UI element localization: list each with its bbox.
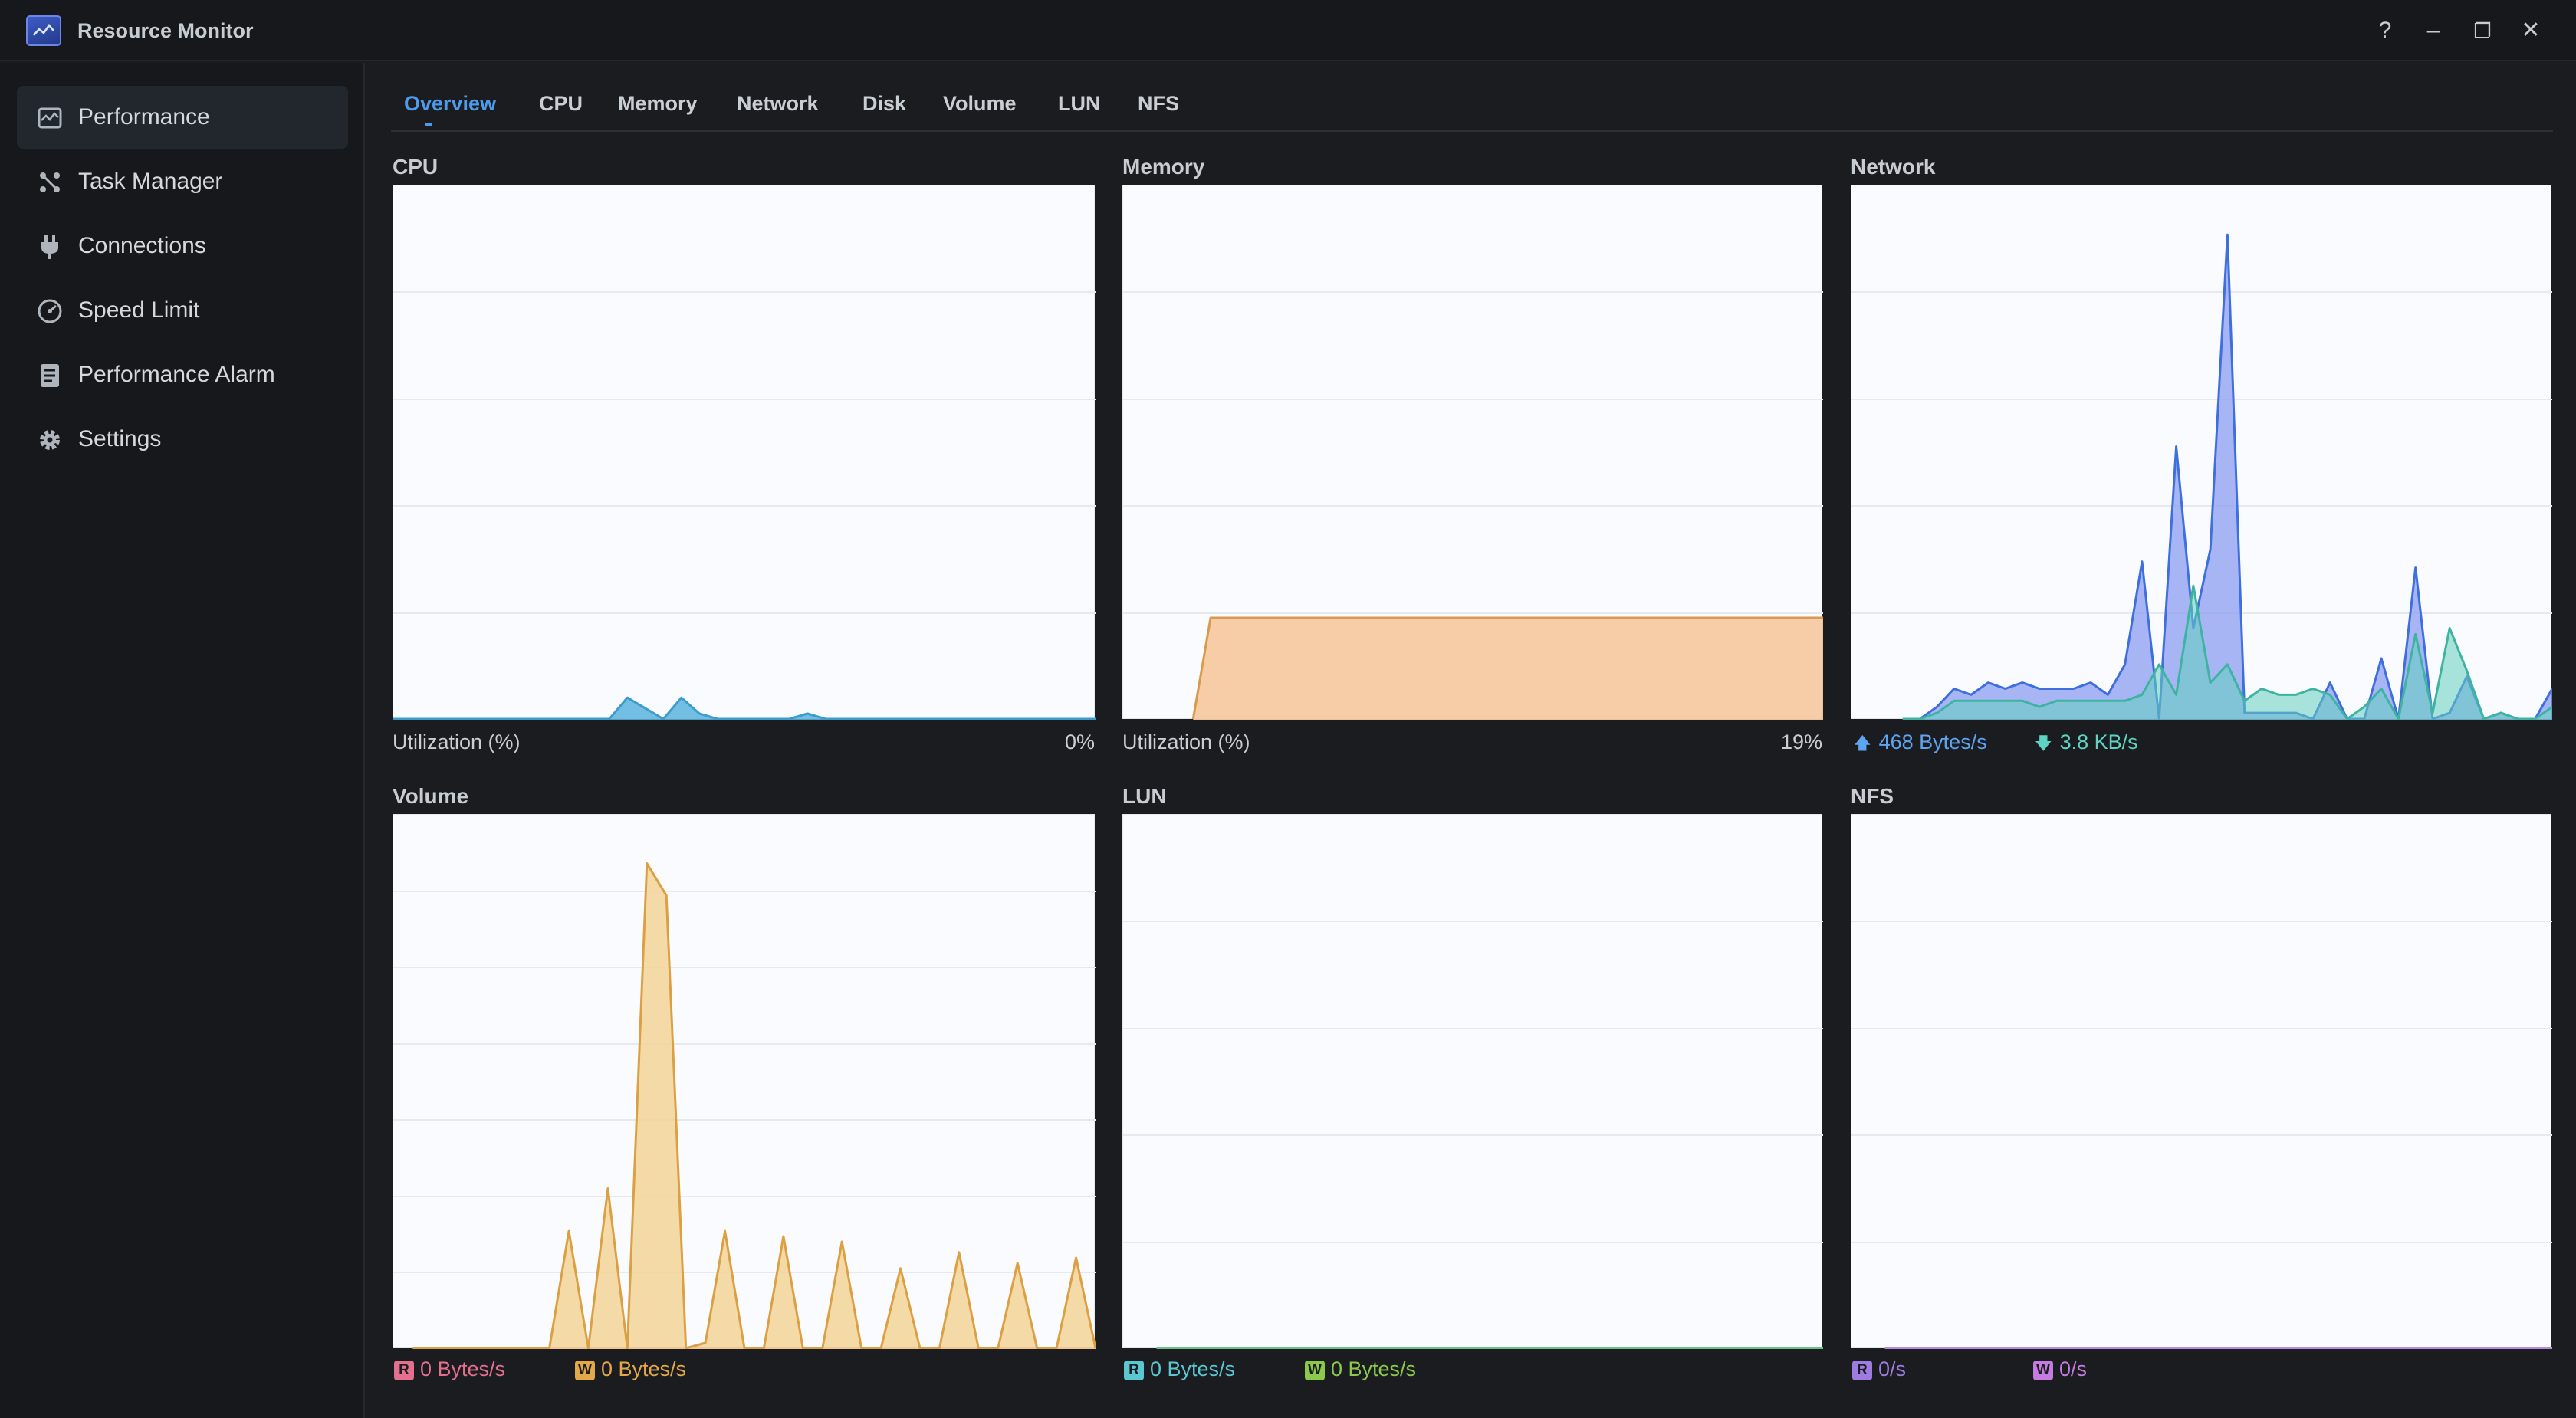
minimize-icon: – [2426, 18, 2440, 43]
volume-chart-svg [393, 862, 1096, 1349]
nfs-write-legend: W 0/s [2033, 1357, 2087, 1381]
sidebar: Performance Task Manager Connections Spe… [0, 63, 365, 1418]
sidebar-item-performance[interactable]: Performance [17, 86, 348, 149]
lun-panel-title: LUN [1122, 784, 1167, 808]
restore-button[interactable]: ❐ [2467, 15, 2498, 46]
nfs-read-value: 0/s [1878, 1357, 1907, 1380]
cpu-utilization-label: Utilization (%) [393, 730, 521, 753]
memory-utilization-label: Utilization (%) [1122, 730, 1250, 753]
restore-icon: ❐ [2473, 19, 2492, 42]
lun-read-legend: R 0 Bytes/s [1124, 1357, 1235, 1381]
cpu-utilization-area [393, 698, 1096, 720]
lun-chart-svg [1123, 921, 1823, 1349]
tab-nfs[interactable]: NFS [1138, 92, 1179, 116]
nfs-chart-svg [1852, 921, 2552, 1349]
tab-network[interactable]: Network [737, 92, 819, 116]
write-badge-icon: W [1305, 1361, 1325, 1380]
sidebar-item-label: Performance [78, 104, 210, 130]
memory-chart-svg [1123, 291, 1823, 720]
volume-panel-title: Volume [393, 784, 469, 808]
tab-memory[interactable]: Memory [618, 92, 698, 116]
cpu-utilization-line [393, 696, 1096, 720]
alarm-list-icon [41, 364, 59, 387]
memory-utilization-area [1193, 618, 1823, 720]
memory-chart [1122, 185, 1823, 720]
sidebar-item-speed-limit[interactable]: Speed Limit [17, 279, 348, 342]
sidebar-item-connections[interactable]: Connections [17, 215, 348, 277]
resource-monitor-window: Resource Monitor ? – ❐ ✕ Performance Tas… [0, 0, 2576, 1418]
resource-monitor-app-icon [26, 15, 61, 46]
title-bar[interactable]: Resource Monitor ? – ❐ ✕ [0, 0, 2576, 61]
volume-read-legend: R 0 Bytes/s [394, 1357, 505, 1381]
cpu-utilization-value: 0% [1064, 730, 1095, 753]
tab-overview[interactable]: Overview [404, 92, 496, 116]
sidebar-item-label: Connections [78, 233, 206, 258]
network-download-value: 3.8 KB/s [2059, 730, 2138, 753]
sidebar-item-task-manager[interactable]: Task Manager [17, 150, 348, 213]
sidebar-item-label: Settings [78, 426, 162, 451]
tab-bar: Overview CPU Memory Network Disk Volume … [391, 86, 2553, 132]
speedometer-icon [38, 299, 62, 323]
volume-read-value: 0 Bytes/s [420, 1357, 506, 1380]
lun-write-legend: W 0 Bytes/s [1305, 1357, 1416, 1381]
sidebar-item-label: Performance Alarm [78, 362, 275, 387]
volume-write-value: 0 Bytes/s [601, 1357, 687, 1380]
read-badge-icon: R [1852, 1361, 1872, 1380]
nfs-panel-title: NFS [1851, 784, 1894, 808]
tab-volume[interactable]: Volume [943, 92, 1017, 116]
upload-arrow-icon: 🡅 [1854, 734, 1871, 753]
write-badge-icon: W [575, 1361, 595, 1380]
lun-chart [1122, 814, 1823, 1349]
cpu-chart-svg [393, 291, 1096, 720]
network-upload-value: 468 Bytes/s [1878, 730, 1987, 753]
volume-write-area [412, 863, 1096, 1349]
gear-icon [40, 430, 60, 450]
network-panel-title: Network [1851, 155, 1936, 179]
network-chart [1851, 185, 2552, 720]
download-arrow-icon: 🡇 [2035, 734, 2052, 753]
close-icon: ✕ [2521, 18, 2541, 43]
sidebar-item-performance-alarm[interactable]: Performance Alarm [17, 343, 348, 406]
tab-cpu[interactable]: CPU [539, 92, 583, 116]
cpu-chart [393, 185, 1096, 720]
nfs-chart [1851, 814, 2552, 1349]
volume-write-legend: W 0 Bytes/s [575, 1357, 686, 1381]
write-badge-icon: W [2033, 1361, 2053, 1380]
help-icon: ? [2378, 18, 2392, 43]
task-manager-icon [40, 172, 60, 192]
close-button[interactable]: ✕ [2515, 15, 2546, 46]
read-badge-icon: R [394, 1361, 414, 1380]
help-button[interactable]: ? [2370, 15, 2400, 46]
nfs-write-value: 0/s [2059, 1357, 2088, 1380]
volume-chart [393, 814, 1096, 1349]
tab-disk[interactable]: Disk [863, 92, 906, 116]
minimize-button[interactable]: – [2418, 15, 2449, 46]
sidebar-item-label: Speed Limit [78, 297, 200, 323]
lun-write-value: 0 Bytes/s [1331, 1357, 1417, 1380]
sidebar-item-label: Task Manager [78, 169, 223, 194]
volume-write-line [412, 862, 1096, 1349]
memory-panel-title: Memory [1122, 155, 1205, 179]
lun-read-value: 0 Bytes/s [1150, 1357, 1236, 1380]
tab-active-indicator [425, 123, 432, 126]
network-chart-svg [1852, 233, 2552, 720]
read-badge-icon: R [1124, 1361, 1144, 1380]
performance-icon [38, 107, 62, 129]
memory-utilization-value: 19% [1780, 730, 1822, 753]
network-download-legend: 🡇 3.8 KB/s [2035, 730, 2138, 760]
sidebar-item-settings[interactable]: Settings [17, 408, 348, 471]
tab-lun[interactable]: LUN [1058, 92, 1101, 116]
plug-icon [41, 235, 58, 259]
nfs-read-legend: R 0/s [1852, 1357, 1906, 1381]
network-upload-legend: 🡅 468 Bytes/s [1854, 730, 1987, 760]
cpu-panel-title: CPU [393, 155, 439, 179]
app-title: Resource Monitor [77, 19, 254, 42]
